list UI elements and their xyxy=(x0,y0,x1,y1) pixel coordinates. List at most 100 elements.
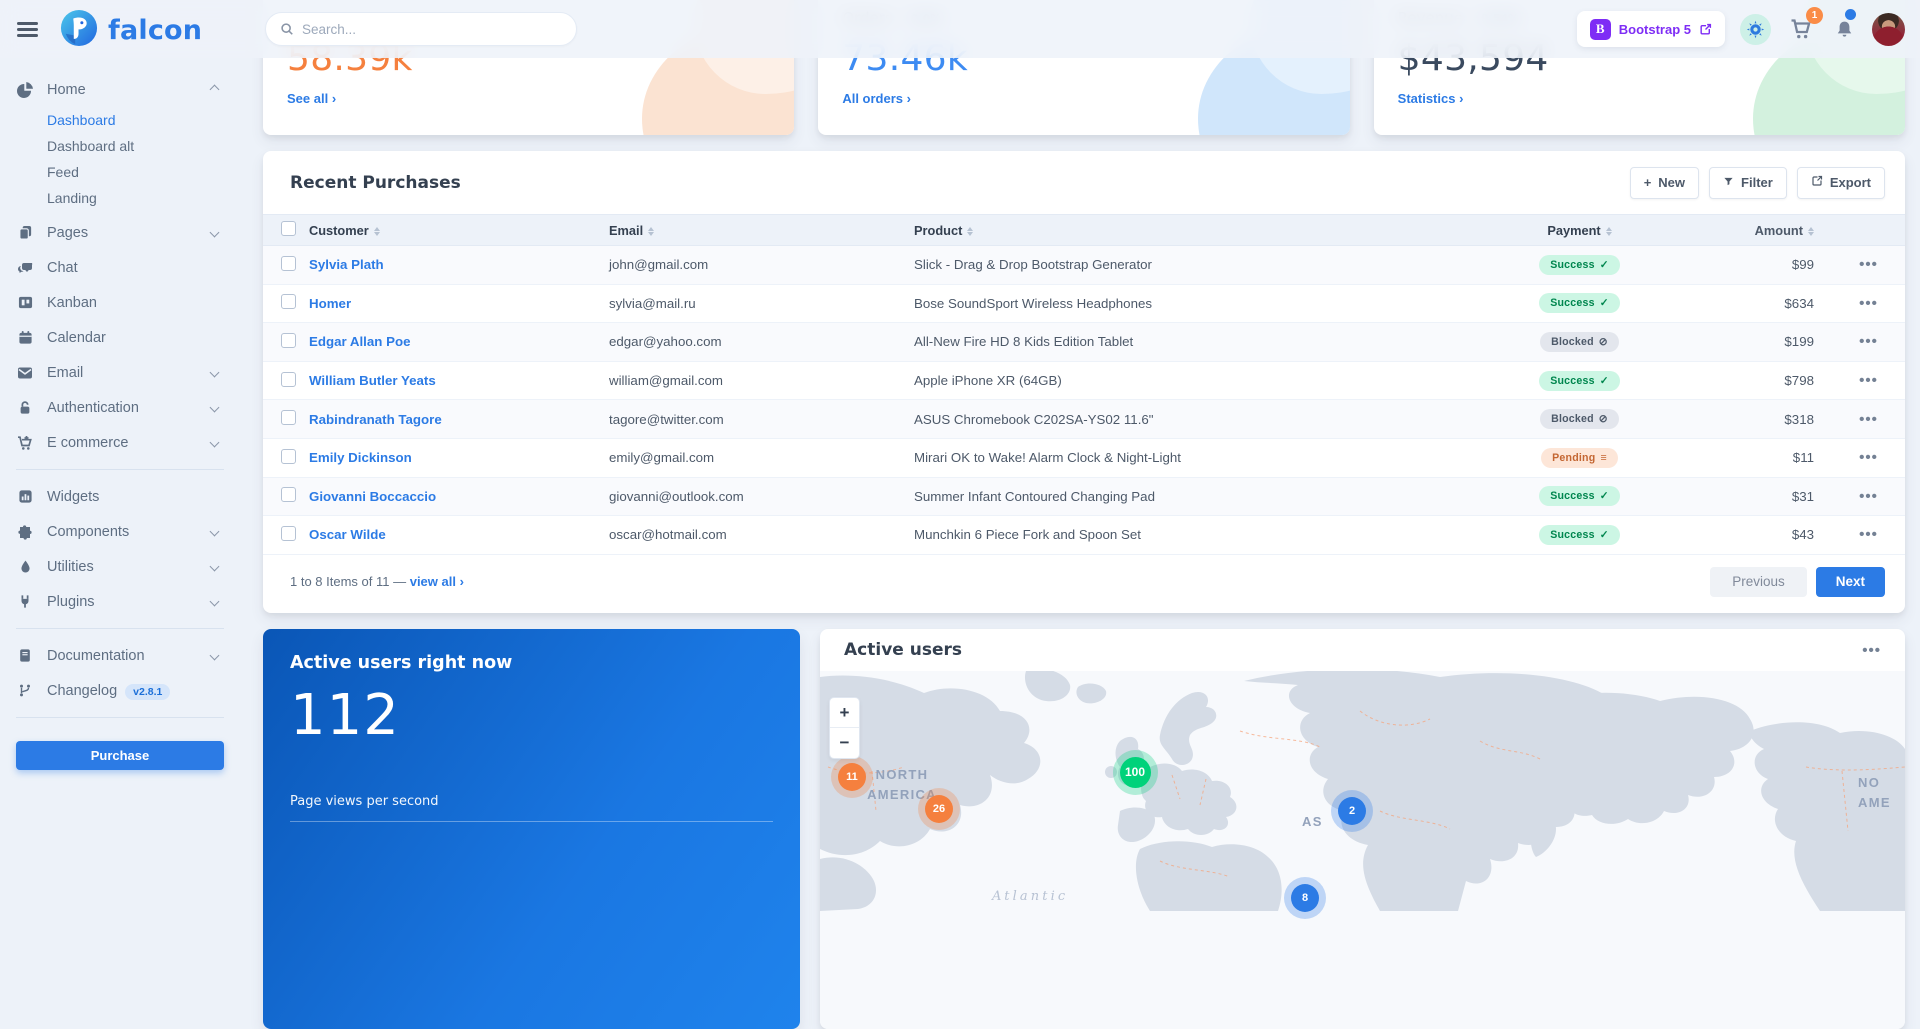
brand-logo[interactable]: falcon xyxy=(60,9,202,52)
sidebar-item-email[interactable]: Email xyxy=(16,355,224,390)
row-actions-menu[interactable]: ••• xyxy=(1859,488,1878,505)
card-menu-button[interactable]: ••• xyxy=(1862,642,1881,659)
amount-cell: $43 xyxy=(1792,527,1832,542)
status-badge: Success✓ xyxy=(1539,293,1620,313)
notification-indicator xyxy=(1845,9,1856,20)
row-checkbox[interactable] xyxy=(281,526,296,541)
column-header-payment[interactable]: Payment xyxy=(1547,223,1611,238)
sidebar-item-utilities[interactable]: Utilities xyxy=(16,549,224,584)
sidebar-item-feed[interactable]: Feed xyxy=(16,159,224,185)
row-checkbox[interactable] xyxy=(281,410,296,425)
sidebar-item-ecommerce[interactable]: E commerce xyxy=(16,425,224,460)
hamburger-menu-button[interactable] xyxy=(17,22,38,40)
sidebar-item-home[interactable]: Home xyxy=(16,72,224,107)
sidebar-item-changelog[interactable]: Changelogv2.8.1 xyxy=(16,673,224,708)
map-marker[interactable]: 8 xyxy=(1291,884,1319,912)
row-checkbox[interactable] xyxy=(281,333,296,348)
envelope-icon xyxy=(16,365,34,381)
customer-link[interactable]: Edgar Allan Poe xyxy=(309,334,609,349)
calendar-icon xyxy=(16,330,34,345)
divider xyxy=(16,717,224,718)
row-checkbox[interactable] xyxy=(281,372,296,387)
zoom-in-button[interactable]: + xyxy=(830,698,859,728)
email-cell: john@gmail.com xyxy=(609,257,914,272)
status-badge: Success✓ xyxy=(1539,255,1620,275)
statistics-link[interactable]: Statistics › xyxy=(1398,91,1464,106)
notifications-button[interactable] xyxy=(1831,12,1857,46)
map-marker[interactable]: 11 xyxy=(838,763,866,791)
recent-purchases-title: Recent Purchases xyxy=(290,173,461,193)
map-marker[interactable]: 26 xyxy=(925,795,953,823)
row-checkbox[interactable] xyxy=(281,449,296,464)
column-header-email[interactable]: Email xyxy=(609,223,914,238)
product-cell: Apple iPhone XR (64GB) xyxy=(914,373,1452,388)
row-actions-menu[interactable]: ••• xyxy=(1859,372,1878,389)
see-all-link[interactable]: See all › xyxy=(287,91,336,106)
bootstrap-label: Bootstrap 5 xyxy=(1619,22,1691,37)
row-actions-menu[interactable]: ••• xyxy=(1859,526,1878,543)
sidebar-item-documentation[interactable]: Documentation xyxy=(16,638,224,673)
amount-cell: $798 xyxy=(1784,373,1832,388)
active-now-title: Active users right now xyxy=(290,653,773,673)
cart-button[interactable]: 1 xyxy=(1786,12,1816,46)
select-all-checkbox[interactable] xyxy=(281,221,296,236)
new-button[interactable]: +New xyxy=(1630,167,1699,199)
row-actions-menu[interactable]: ••• xyxy=(1859,333,1878,350)
zoom-out-button[interactable]: − xyxy=(830,728,859,758)
customer-link[interactable]: Sylvia Plath xyxy=(309,257,609,272)
customer-link[interactable]: Giovanni Boccaccio xyxy=(309,489,609,504)
purchase-button[interactable]: Purchase xyxy=(16,741,224,770)
sidebar-item-kanban[interactable]: Kanban xyxy=(16,285,224,320)
next-button[interactable]: Next xyxy=(1816,567,1885,597)
view-all-link[interactable]: view all › xyxy=(410,574,464,589)
export-button[interactable]: Export xyxy=(1797,167,1885,199)
settings-button[interactable] xyxy=(1740,14,1771,45)
row-actions-menu[interactable]: ••• xyxy=(1859,295,1878,312)
check-icon: ✓ xyxy=(1600,490,1609,502)
puzzle-icon xyxy=(16,524,34,540)
customer-link[interactable]: Oscar Wilde xyxy=(309,527,609,542)
map-marker[interactable]: 2 xyxy=(1338,797,1366,825)
filter-icon xyxy=(1723,175,1734,190)
sidebar-item-pages[interactable]: Pages xyxy=(16,215,224,250)
sidebar-item-landing[interactable]: Landing xyxy=(16,185,224,211)
comments-icon xyxy=(16,260,34,276)
user-avatar[interactable] xyxy=(1872,13,1905,46)
sidebar-item-dashboard-alt[interactable]: Dashboard alt xyxy=(16,133,224,159)
external-link-icon xyxy=(1699,23,1712,36)
table-row: Oscar Wilde oscar@hotmail.com Munchkin 6… xyxy=(263,516,1905,555)
row-checkbox[interactable] xyxy=(281,256,296,271)
customer-link[interactable]: Rabindranath Tagore xyxy=(309,412,609,427)
row-checkbox[interactable] xyxy=(281,487,296,502)
row-actions-menu[interactable]: ••• xyxy=(1859,449,1878,466)
sidebar-item-dashboard[interactable]: Dashboard xyxy=(16,107,224,133)
all-orders-link[interactable]: All orders › xyxy=(842,91,911,106)
customer-link[interactable]: William Butler Yeats xyxy=(309,373,609,388)
map-label-asia: AS xyxy=(1302,812,1323,832)
column-header-customer[interactable]: Customer xyxy=(309,223,609,238)
row-checkbox[interactable] xyxy=(281,294,296,309)
map-area[interactable]: + − NORTHAMERICA AS NOAME Atlantic 11261… xyxy=(820,671,1905,1029)
search-input[interactable] xyxy=(302,22,562,37)
sidebar-item-authentication[interactable]: Authentication xyxy=(16,390,224,425)
row-actions-menu[interactable]: ••• xyxy=(1859,411,1878,428)
sidebar-item-components[interactable]: Components xyxy=(16,514,224,549)
customer-link[interactable]: Homer xyxy=(309,296,609,311)
sidebar-item-calendar[interactable]: Calendar xyxy=(16,320,224,355)
map-marker[interactable]: 100 xyxy=(1120,757,1151,788)
previous-button[interactable]: Previous xyxy=(1710,567,1807,597)
table-body: Sylvia Plath john@gmail.com Slick - Drag… xyxy=(263,246,1905,555)
column-header-amount[interactable]: Amount xyxy=(1755,223,1832,238)
email-cell: tagore@twitter.com xyxy=(609,412,914,427)
row-actions-menu[interactable]: ••• xyxy=(1859,256,1878,273)
chevron-down-icon xyxy=(210,368,220,378)
sidebar-item-chat[interactable]: Chat xyxy=(16,250,224,285)
sidebar-item-widgets[interactable]: Widgets xyxy=(16,479,224,514)
filter-button[interactable]: Filter xyxy=(1709,167,1787,199)
customer-link[interactable]: Emily Dickinson xyxy=(309,450,609,465)
search-box[interactable] xyxy=(265,12,577,46)
column-header-product[interactable]: Product xyxy=(914,223,1452,238)
bootstrap-version-badge[interactable]: B Bootstrap 5 xyxy=(1577,11,1725,47)
sidebar-item-plugins[interactable]: Plugins xyxy=(16,584,224,619)
sort-icon xyxy=(374,227,380,236)
